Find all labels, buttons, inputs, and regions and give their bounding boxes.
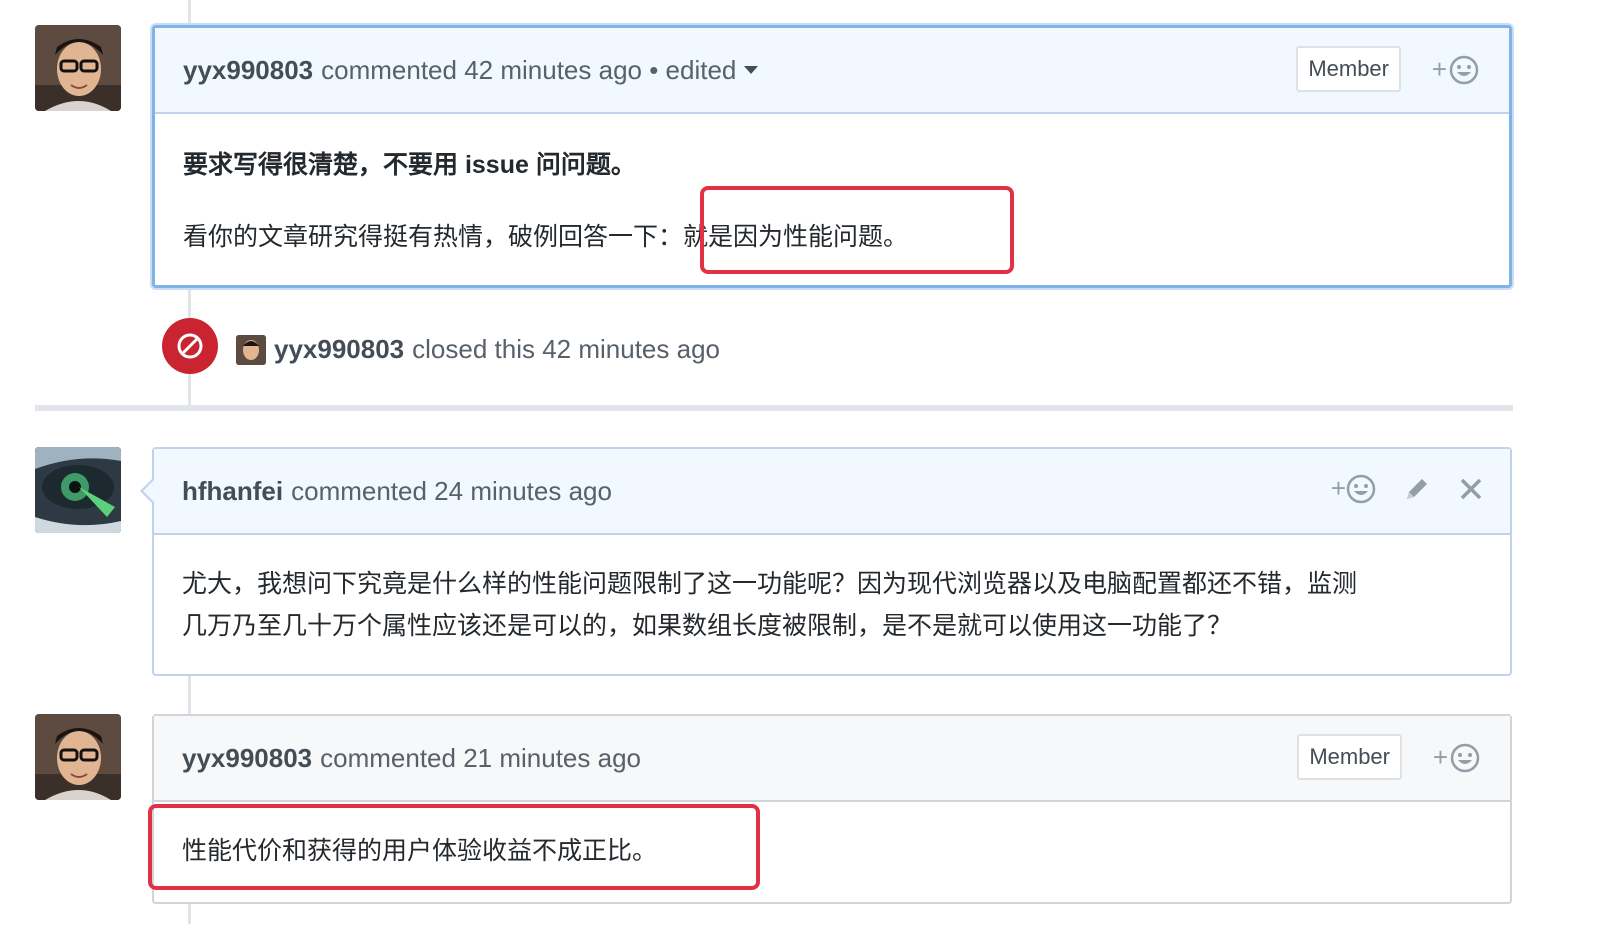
highlight-box <box>148 804 760 890</box>
comment-meta[interactable]: commented 21 minutes ago <box>320 743 641 774</box>
add-reaction-button[interactable]: + <box>1432 54 1479 85</box>
comment-actions: + <box>1331 473 1484 504</box>
timeline-separator <box>35 405 1513 411</box>
plus-label: + <box>1330 473 1346 503</box>
mini-avatar[interactable] <box>236 334 266 365</box>
closed-event-text: closed this 42 minutes ago <box>412 334 720 364</box>
caret-down-icon[interactable] <box>744 66 759 74</box>
comment-body-line: 尤大，我想问下究竟是什么样的性能问题限制了这一功能呢？因为现代浏览器以及电脑配置… <box>182 570 1358 598</box>
timeline-line-lower <box>188 676 191 716</box>
comment-author[interactable]: yyx990803 <box>183 55 313 86</box>
issue-timeline: yyx990803 commented 42 minutes ago • edi… <box>0 0 1598 944</box>
comment-2: hfhanfei commented 24 minutes ago + 尤大，我… <box>140 447 1512 677</box>
comment-header: yyx990803 commented 21 minutes ago Membe… <box>154 716 1510 802</box>
avatar-hfhanfei[interactable] <box>35 447 121 533</box>
closed-event: yyx990803 closed this 42 minutes ago <box>236 334 720 365</box>
add-reaction-button[interactable]: + <box>1331 473 1376 504</box>
highlight-box <box>700 186 1014 274</box>
body-text: 看你的文章研究得挺有热情，破例回答一下： <box>183 223 684 251</box>
closed-event-author[interactable]: yyx990803 <box>274 334 404 365</box>
close-icon[interactable] <box>1458 476 1484 502</box>
avatar-yyx990803[interactable] <box>35 25 121 111</box>
comment-header: yyx990803 commented 42 minutes ago • edi… <box>155 28 1509 114</box>
pencil-icon[interactable] <box>1402 474 1432 504</box>
timeline-line-top <box>188 0 191 25</box>
comment-meta[interactable]: commented 42 minutes ago • edited <box>321 55 736 86</box>
comment-author[interactable]: yyx990803 <box>182 743 312 774</box>
timeline-line-bottom <box>188 904 191 924</box>
smiley-icon <box>1450 743 1480 772</box>
smiley-icon <box>1346 474 1376 503</box>
closed-event-badge <box>162 318 218 374</box>
comment-body-line: 几万乃至几十万个属性应该还是可以的，如果数组长度被限制，是不是就可以使用这一功能… <box>182 612 1233 640</box>
comment-body-line: 要求写得很清楚，不要用 issue 问问题。 <box>183 151 636 179</box>
comment-body: 尤大，我想问下究竟是什么样的性能问题限制了这一功能呢？因为现代浏览器以及电脑配置… <box>154 535 1510 677</box>
comment-header: hfhanfei commented 24 minutes ago + <box>154 449 1510 535</box>
member-badge: Member <box>1296 46 1401 92</box>
comment-meta[interactable]: commented 24 minutes ago <box>291 476 612 507</box>
add-reaction-button[interactable]: + <box>1433 742 1480 773</box>
blocked-icon <box>177 333 203 359</box>
avatar-yyx990803[interactable] <box>35 714 121 800</box>
comment-author[interactable]: hfhanfei <box>182 476 283 507</box>
member-badge: Member <box>1297 734 1402 780</box>
plus-label: + <box>1431 54 1447 84</box>
plus-label: + <box>1432 742 1448 772</box>
smiley-icon <box>1449 55 1479 84</box>
